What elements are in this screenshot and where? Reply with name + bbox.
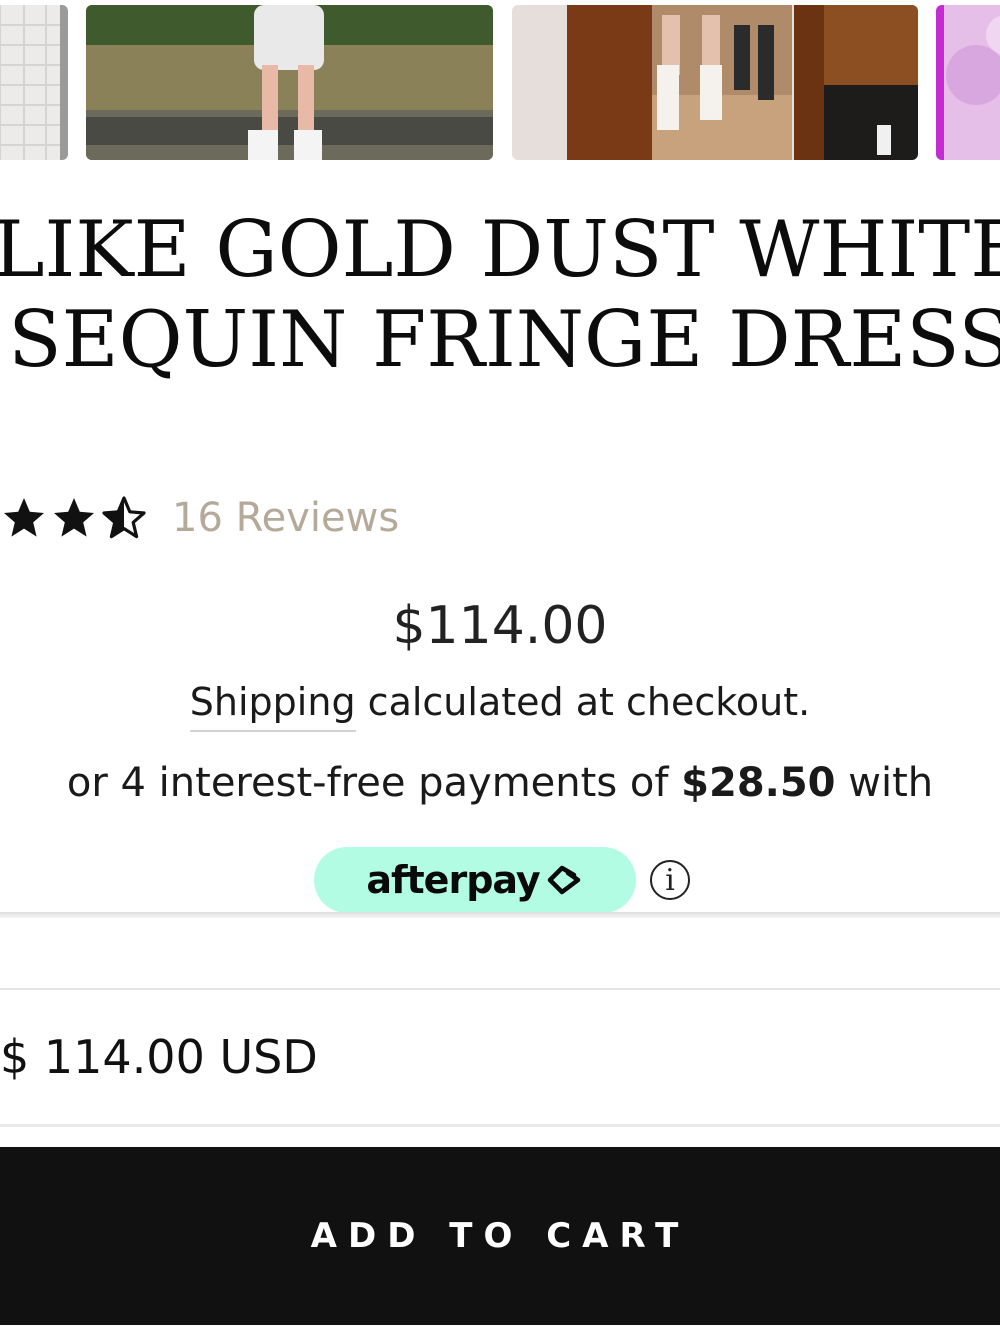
info-icon[interactable]: i <box>650 860 690 900</box>
afterpay-row: afterpay i <box>314 846 690 914</box>
installment-prefix: or 4 interest-free payments of <box>66 760 669 806</box>
section-divider <box>0 988 1000 990</box>
afterpay-logo[interactable]: afterpay <box>314 847 636 913</box>
installment-suffix: with <box>848 760 934 806</box>
product-thumbnail[interactable] <box>512 5 918 160</box>
star-full-icon <box>50 494 98 542</box>
add-to-cart-button[interactable]: ADD TO CART <box>0 1147 1000 1325</box>
section-divider <box>0 1124 1000 1127</box>
product-thumbnail[interactable] <box>0 5 68 160</box>
product-title: LIKE GOLD DUST WHITE SEQUIN FRINGE DRESS <box>0 205 1000 385</box>
shipping-note: Shipping calculated at checkout. <box>0 680 1000 732</box>
installment-amount: $28.50 <box>681 760 836 806</box>
shipping-note-text: calculated at checkout. <box>367 680 811 724</box>
product-rating[interactable]: 16 Reviews <box>0 488 399 548</box>
product-title-line: LIKE GOLD DUST WHITE <box>0 205 1000 295</box>
afterpay-arrows-icon <box>547 865 580 895</box>
installment-message: or 4 interest-free payments of $28.50 wi… <box>0 760 1000 806</box>
product-price: $114.00 <box>392 596 608 656</box>
reviews-link[interactable]: 16 Reviews <box>172 495 399 541</box>
star-full-icon <box>0 494 48 542</box>
thumbnail-strip <box>0 0 1000 162</box>
star-rating <box>0 494 148 542</box>
shipping-link[interactable]: Shipping <box>189 680 356 732</box>
product-thumbnail[interactable] <box>936 5 1000 160</box>
star-half-icon <box>100 494 148 542</box>
total-price: $ 114.00 USD <box>0 1030 318 1084</box>
section-divider <box>0 912 1000 918</box>
afterpay-wordmark: afterpay <box>366 858 540 902</box>
product-thumbnail[interactable] <box>86 5 493 160</box>
product-title-line: SEQUIN FRINGE DRESS <box>8 295 1000 385</box>
